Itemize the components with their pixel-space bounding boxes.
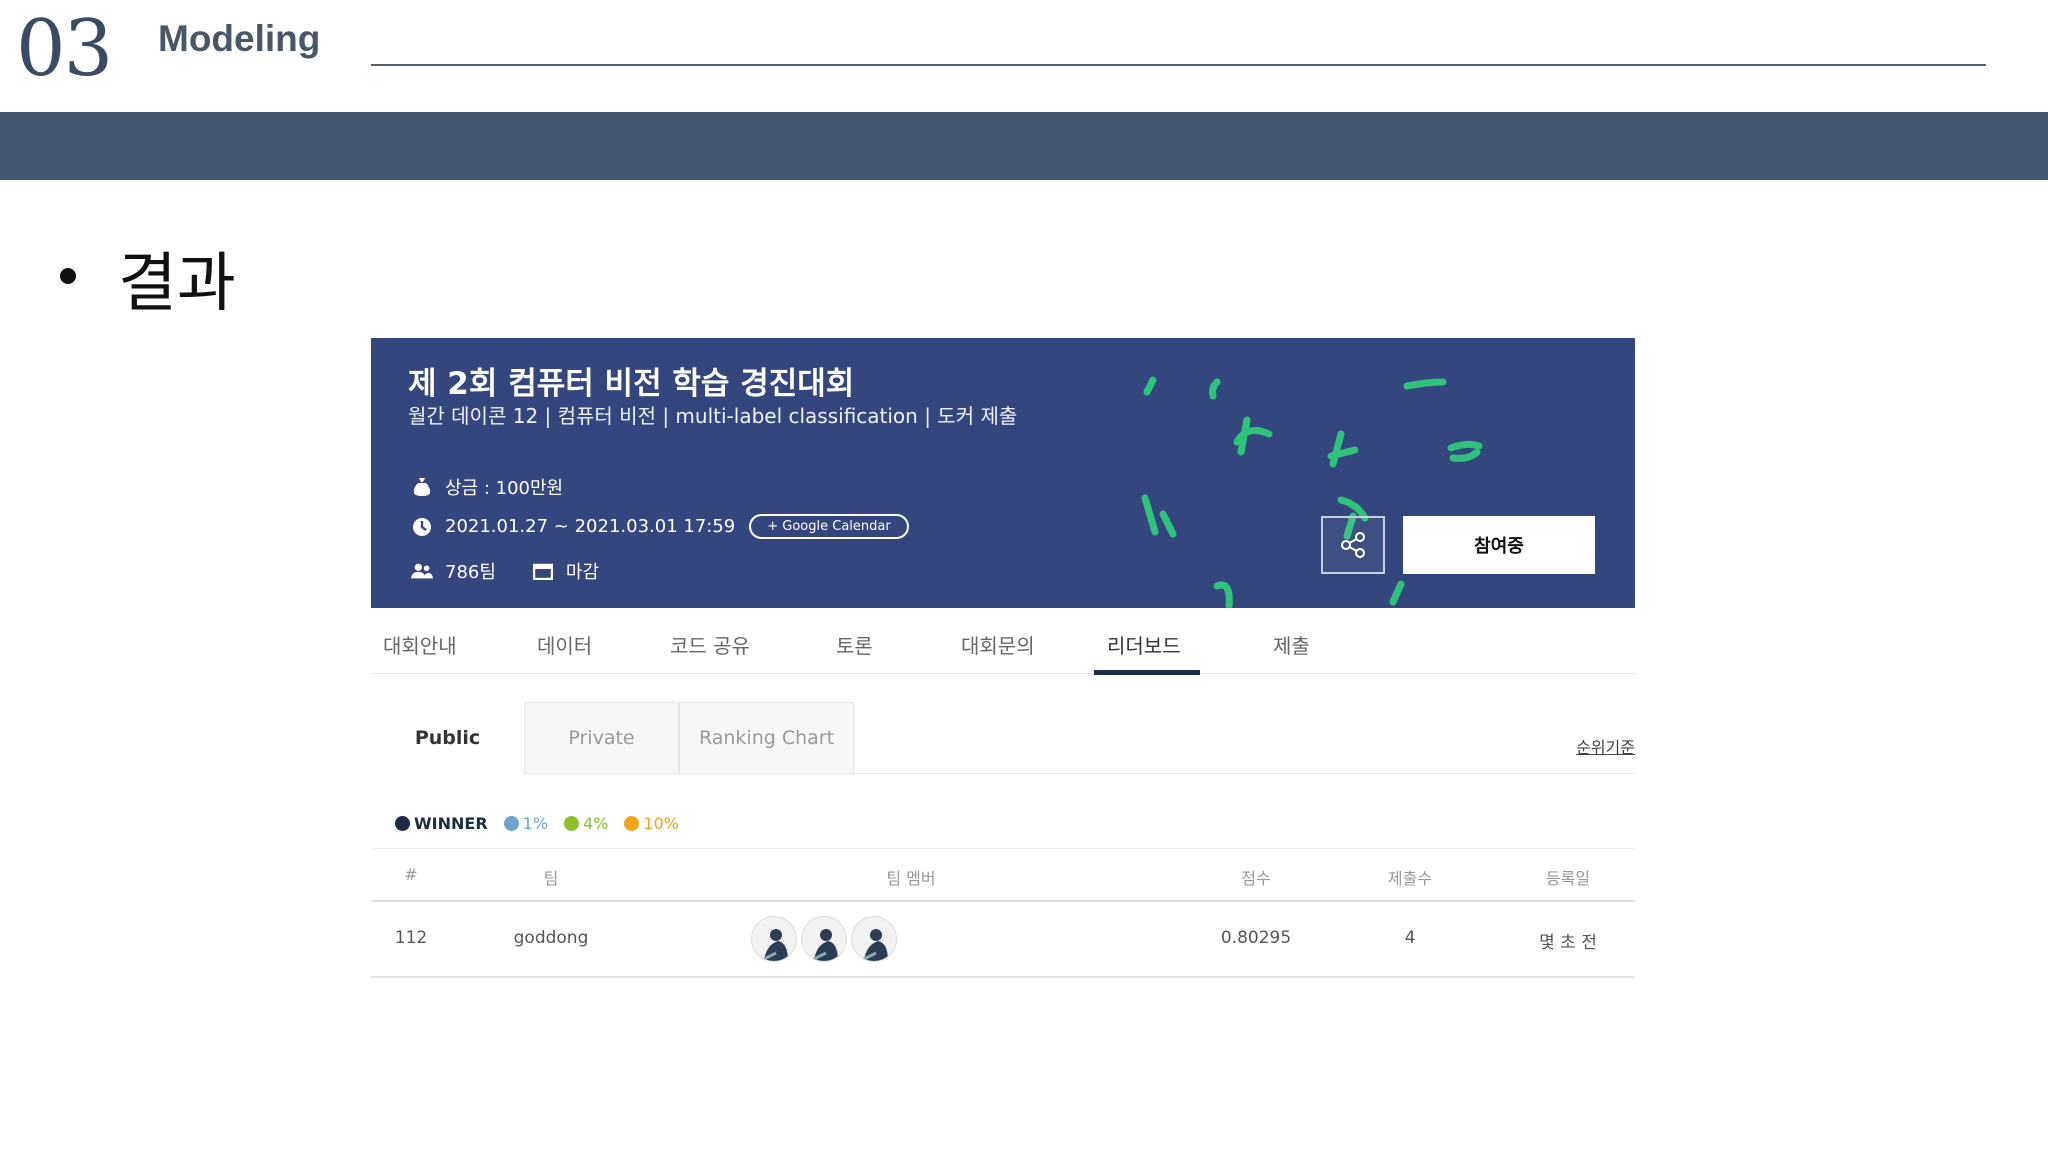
prize-row: 상금 : 100만원 xyxy=(411,474,563,500)
teams-count: 786팀 xyxy=(445,562,496,583)
calendar-icon xyxy=(532,560,554,582)
competition-title: 제 2회 컴퓨터 비전 학습 경진대회 xyxy=(408,366,855,402)
user-avatar-icon xyxy=(859,929,888,961)
tab-code-share[interactable]: 코드 공유 xyxy=(670,630,750,659)
header-score: 점수 xyxy=(1241,869,1271,888)
status-text: 마감 xyxy=(565,562,600,583)
prize-text: 상금 : 100만원 xyxy=(445,478,564,499)
header-submissions: 제출수 xyxy=(1387,869,1433,888)
legend-winner: WINNER xyxy=(395,814,488,833)
period-text: 2021.01.27 ~ 2021.03.01 17:59 xyxy=(445,516,736,537)
header-members: 팀 멤버 xyxy=(886,869,936,888)
bullet-dot xyxy=(60,268,76,284)
competition-tabs: 대회안내 데이터 코드 공유 토론 대회문의 리더보드 제출 xyxy=(371,608,1635,674)
rank-criteria-link[interactable]: 순위기준 xyxy=(1576,734,1635,758)
competition-page-screenshot: 제 2회 컴퓨터 비전 학습 경진대회 월간 데이콘 12 | 컴퓨터 비전 |… xyxy=(371,338,1635,978)
legend-1pct: 1% xyxy=(503,814,548,833)
subtab-private[interactable]: Private xyxy=(524,702,679,774)
share-icon xyxy=(1341,532,1365,558)
avatar[interactable] xyxy=(801,916,847,962)
table-row[interactable]: 112 goddong 0.80295 4 몇 초 전 xyxy=(371,902,1635,978)
leaderboard-subtabs: Public Private Ranking Chart xyxy=(371,702,1635,774)
user-avatar-icon xyxy=(759,929,788,961)
legend-10pct: 10% xyxy=(624,814,679,833)
row-rank: 112 xyxy=(394,928,428,948)
google-calendar-button[interactable]: + Google Calendar xyxy=(749,514,909,539)
competition-subtitle: 월간 데이콘 12 | 컴퓨터 비전 | multi-label classif… xyxy=(408,404,1018,428)
row-team[interactable]: goddong xyxy=(511,928,591,948)
slide-title: Modeling xyxy=(158,18,321,59)
header-band xyxy=(0,112,2048,180)
4pct-dot-icon xyxy=(564,816,580,831)
member-avatars xyxy=(751,916,901,962)
tab-leaderboard[interactable]: 리더보드 xyxy=(1107,630,1181,659)
people-icon xyxy=(411,560,433,582)
join-status-button[interactable]: 참여중 xyxy=(1403,516,1595,574)
row-submissions: 4 xyxy=(1404,928,1416,948)
leaderboard-header: # 팀 팀 멤버 점수 제출수 등록일 xyxy=(371,848,1635,902)
subtab-ranking-chart[interactable]: Ranking Chart xyxy=(679,702,854,774)
bullet-heading: 결과 xyxy=(118,247,236,321)
winner-dot-icon xyxy=(395,816,410,831)
period-row: 2021.01.27 ~ 2021.03.01 17:59 + Google C… xyxy=(411,514,909,539)
avatar[interactable] xyxy=(851,916,897,962)
1pct-dot-icon xyxy=(503,816,519,831)
tab-inquiry[interactable]: 대회문의 xyxy=(961,630,1035,659)
row-score: 0.80295 xyxy=(1220,928,1292,948)
10pct-dot-icon xyxy=(624,816,640,831)
share-button[interactable] xyxy=(1321,516,1385,574)
tab-discussion[interactable]: 토론 xyxy=(836,630,873,659)
tab-data[interactable]: 데이터 xyxy=(537,630,592,659)
subtab-public[interactable]: Public xyxy=(371,702,524,774)
clock-icon xyxy=(411,516,433,538)
legend-4pct: 4% xyxy=(564,814,608,833)
header-registered: 등록일 xyxy=(1545,869,1591,888)
slide-number: 03 xyxy=(16,4,113,94)
tier-legend: WINNER 1% 4% 10% xyxy=(395,814,695,833)
user-avatar-icon xyxy=(809,929,838,961)
header-team: 팀 xyxy=(543,869,559,888)
tab-overview[interactable]: 대회안내 xyxy=(383,630,457,659)
money-bag-icon xyxy=(411,476,433,498)
teams-row: 786팀 마감 xyxy=(411,558,599,584)
active-tab-indicator xyxy=(1094,670,1200,675)
header-divider xyxy=(371,64,1986,66)
avatar[interactable] xyxy=(751,916,797,962)
tab-submit[interactable]: 제출 xyxy=(1273,630,1310,659)
row-registered: 몇 초 전 xyxy=(1539,933,1597,953)
header-rank: # xyxy=(404,865,418,884)
competition-banner: 제 2회 컴퓨터 비전 학습 경진대회 월간 데이콘 12 | 컴퓨터 비전 |… xyxy=(371,338,1635,608)
